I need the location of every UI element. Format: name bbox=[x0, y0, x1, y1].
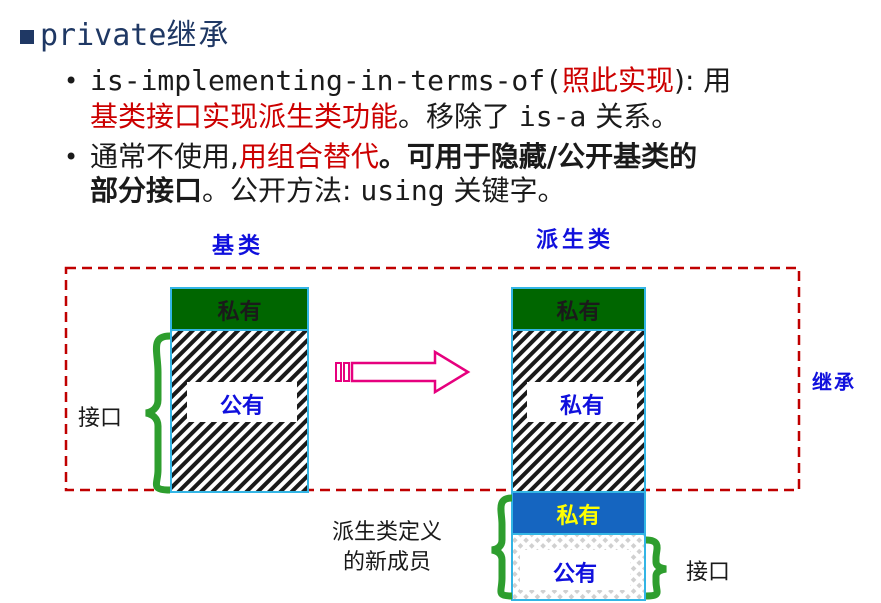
derived-private-label: 私有 bbox=[556, 300, 601, 325]
base-private-label: 私有 bbox=[217, 300, 262, 325]
new-public-label: 公有 bbox=[552, 562, 597, 587]
new-interface-label: 接口 bbox=[686, 560, 731, 585]
base-interface-label: 接口 bbox=[78, 406, 123, 431]
inheritance-arrow-icon bbox=[335, 349, 471, 395]
new-interface-brace bbox=[645, 536, 667, 600]
new-members-label-line-1: 派生类定义 bbox=[332, 520, 443, 545]
base-interface-brace bbox=[145, 332, 171, 494]
new-members-label: 派生类定义 的新成员 bbox=[332, 518, 442, 578]
new-members-label-line-2: 的新成员 bbox=[343, 550, 432, 575]
derived-inherited-label: 私有 bbox=[559, 394, 604, 419]
diagram-graphics bbox=[64, 266, 801, 601]
new-private-label: 私有 bbox=[556, 504, 601, 529]
base-public-label: 公有 bbox=[219, 394, 264, 419]
new-members-brace bbox=[491, 494, 513, 600]
